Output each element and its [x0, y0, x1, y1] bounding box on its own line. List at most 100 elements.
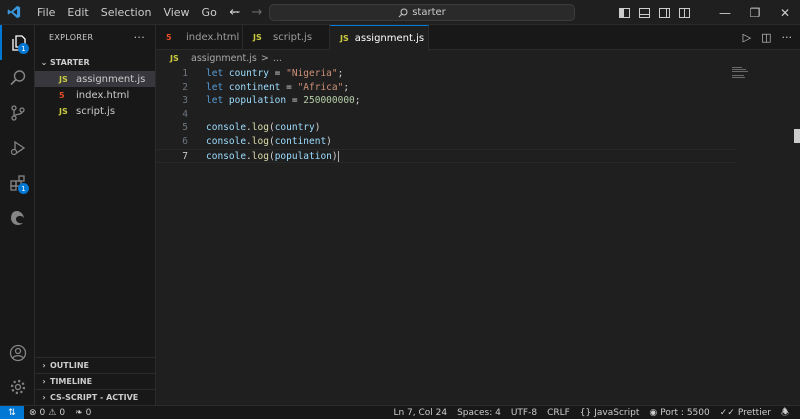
outline-section-header[interactable]: › OUTLINE: [35, 357, 156, 373]
indentation[interactable]: Spaces: 4: [452, 408, 506, 418]
code-line[interactable]: 2 let continent = "Africa";: [156, 81, 736, 95]
folder-header-starter[interactable]: ⌄ STARTER: [35, 53, 155, 71]
search-icon: [398, 8, 408, 17]
restore-button[interactable]: ❐: [740, 0, 770, 25]
menu-file[interactable]: File: [31, 0, 61, 25]
explorer-badge: 1: [18, 43, 29, 54]
menu-go[interactable]: Go: [196, 0, 223, 25]
breadcrumb-more[interactable]: ...: [273, 53, 282, 64]
run-icon[interactable]: ▷: [743, 31, 751, 44]
manage-activity-button[interactable]: [0, 369, 35, 404]
code-token: ;: [343, 81, 350, 93]
code-editor[interactable]: 1 let country = "Nigeria"; 2 let continent …: [156, 67, 800, 405]
split-editor-icon[interactable]: ◫: [761, 31, 771, 44]
code-token: console: [206, 150, 247, 162]
file-item-index-html[interactable]: 5 index.html: [35, 87, 155, 103]
ports-status[interactable]: ❧ 0: [70, 408, 96, 418]
language-mode[interactable]: {} JavaScript: [575, 408, 645, 418]
double-check-icon: ✓✓: [719, 408, 735, 418]
explorer-more-actions-icon[interactable]: ···: [134, 31, 145, 44]
cursor-position[interactable]: Ln 7, Col 24: [388, 408, 452, 418]
code-token: "Africa": [297, 81, 344, 93]
code-token: "Nigeria": [286, 68, 338, 79]
cs-script-section-header[interactable]: › CS-SCRIPT - ACTIVE: [35, 389, 156, 405]
search-activity-button[interactable]: [0, 60, 35, 95]
close-window-button[interactable]: ✕: [770, 0, 800, 25]
back-arrow-icon[interactable]: ←: [228, 5, 242, 20]
javascript-file-icon: JS: [253, 33, 262, 42]
run-debug-activity-button[interactable]: [0, 130, 35, 165]
javascript-file-icon: JS: [340, 34, 349, 43]
prettier-label: Prettier: [737, 408, 771, 418]
edge-devtools-activity-button[interactable]: [0, 200, 35, 235]
minimap[interactable]: [732, 67, 752, 79]
command-center[interactable]: starter: [269, 4, 575, 21]
breadcrumb-file[interactable]: assignment.js: [191, 53, 257, 64]
braces-icon: {}: [579, 408, 592, 418]
notifications-bell[interactable]: 🕭: [776, 405, 794, 419]
file-name: index.html: [76, 89, 130, 101]
file-item-assignment-js[interactable]: JS assignment.js: [35, 71, 155, 87]
toggle-secondary-sidebar-icon[interactable]: [659, 7, 670, 18]
code-line[interactable]: 4: [156, 108, 736, 122]
radio-tower-icon: ◉: [649, 408, 658, 418]
code-line[interactable]: 3 let population = 250000000;: [156, 94, 736, 108]
source-control-icon: [10, 104, 25, 121]
source-control-activity-button[interactable]: [0, 95, 35, 130]
code-token: console: [206, 136, 247, 147]
vscode-logo-icon: [2, 0, 26, 25]
extensions-badge: 1: [18, 183, 29, 194]
code-token: =: [280, 81, 298, 93]
prettier-status[interactable]: ✓✓ Prettier: [715, 408, 776, 418]
error-count: 0: [39, 407, 46, 418]
code-token: let: [206, 81, 224, 93]
code-line[interactable]: 5 console.log(country): [156, 121, 736, 135]
minimize-button[interactable]: —: [710, 0, 740, 25]
timeline-section-header[interactable]: › TIMELINE: [35, 373, 156, 389]
accounts-activity-button[interactable]: [0, 335, 35, 370]
remote-indicator[interactable]: ⇅: [0, 405, 24, 419]
toggle-primary-sidebar-icon[interactable]: [619, 7, 630, 18]
line-code: console.log(population): [206, 150, 339, 164]
navigation-arrows: ← →: [228, 0, 264, 25]
code-token: 250000000: [303, 95, 355, 107]
tab-label: script.js: [273, 32, 313, 43]
scrollbar-cursor-marker[interactable]: [794, 129, 800, 143]
tab-label: index.html: [186, 32, 240, 43]
live-server-port[interactable]: ◉ Port : 5500: [644, 408, 714, 418]
search-icon: [9, 69, 25, 85]
more-actions-icon[interactable]: ···: [782, 31, 793, 44]
encoding[interactable]: UTF-8: [506, 408, 542, 418]
end-of-line[interactable]: CRLF: [542, 408, 575, 418]
customize-layout-icon[interactable]: [679, 7, 690, 18]
tab-index-html[interactable]: 5 index.html: [156, 25, 243, 50]
code-line[interactable]: 7 console.log(population): [156, 148, 736, 164]
gear-icon: [10, 379, 25, 394]
menu-view[interactable]: View: [157, 0, 195, 25]
code-token: population: [228, 95, 287, 107]
extensions-activity-button[interactable]: 1: [0, 165, 35, 200]
title-bar-controls: — ❐ ✕: [619, 0, 800, 25]
remote-icon: ⇅: [8, 407, 16, 418]
line-number: 3: [182, 95, 188, 107]
code-token: ): [314, 122, 321, 134]
code-token: log: [251, 136, 269, 147]
layout-controls: [619, 7, 690, 18]
code-token: let: [206, 68, 224, 79]
problems-status[interactable]: ⊗ 0 ⚠ 0: [24, 408, 70, 418]
outline-label: OUTLINE: [50, 361, 89, 370]
activity-bar: 1 1: [0, 25, 35, 405]
forward-arrow-icon[interactable]: →: [250, 5, 264, 20]
line-number: 5: [182, 122, 188, 134]
toggle-panel-icon[interactable]: [639, 7, 650, 18]
explorer-activity-button[interactable]: 1: [0, 25, 35, 60]
code-line[interactable]: 6 console.log(continent): [156, 135, 736, 149]
menu-selection[interactable]: Selection: [95, 0, 158, 25]
html5-file-icon: 5: [59, 90, 65, 100]
tab-script-js[interactable]: JS script.js: [243, 25, 330, 50]
run-debug-icon: [10, 140, 25, 155]
file-item-script-js[interactable]: JS script.js: [35, 103, 155, 119]
menu-edit[interactable]: Edit: [61, 0, 94, 25]
code-line[interactable]: 1 let country = "Nigeria";: [156, 67, 736, 81]
tab-assignment-js[interactable]: JS assignment.js: [330, 25, 429, 51]
